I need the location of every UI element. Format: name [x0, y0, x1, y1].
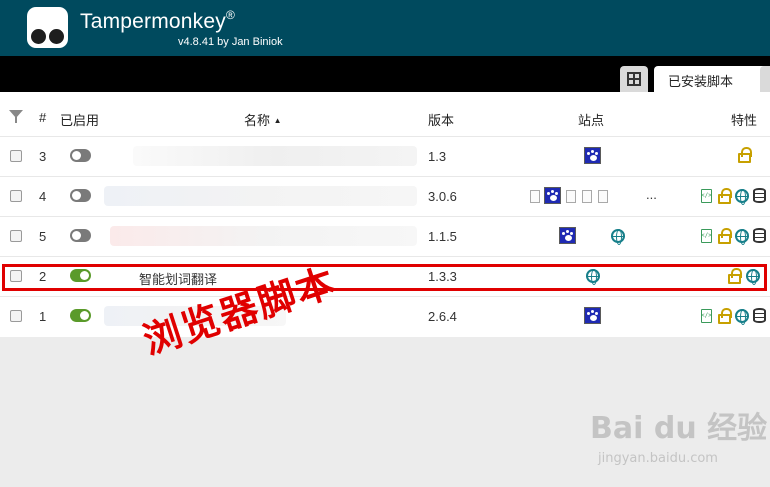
plus-box-icon	[627, 72, 641, 86]
scripts-table: # 已启用 名称 ▲ 版本 站点 特性 3 1.3 4 3.0.6 ... </…	[0, 92, 770, 337]
database-icon	[753, 308, 766, 323]
page-icon	[598, 190, 608, 203]
code-icon	[701, 309, 712, 323]
script-version: 3.0.6	[428, 189, 457, 204]
enable-toggle[interactable]	[70, 229, 91, 242]
script-name[interactable]	[133, 146, 417, 166]
enable-toggle[interactable]	[70, 149, 91, 162]
highlight-box	[2, 264, 767, 291]
column-name[interactable]: 名称 ▲	[244, 110, 282, 129]
baidu-watermark-url: jingyan.baidu.com	[598, 451, 718, 466]
app-header: Tampermonkey® v4.8.41 by Jan Biniok	[0, 0, 770, 56]
baidu-watermark: Bai du 经验	[590, 411, 768, 446]
table-row[interactable]: 1 2.6.4	[0, 296, 770, 336]
lock-icon	[738, 147, 752, 163]
script-version: 2.6.4	[428, 309, 457, 324]
baidu-paw-icon	[584, 147, 601, 164]
column-index: #	[39, 110, 47, 125]
tab-more[interactable]	[760, 66, 770, 92]
row-index: 1	[39, 309, 47, 324]
globe-icon	[611, 229, 625, 245]
lock-icon	[718, 228, 732, 244]
script-version: 1.3	[428, 149, 447, 164]
column-version[interactable]: 版本	[428, 110, 454, 129]
add-script-tab[interactable]	[620, 66, 648, 92]
app-version: v4.8.41 by Jan Biniok	[178, 36, 283, 48]
database-icon	[753, 188, 766, 203]
script-version: 1.1.5	[428, 229, 457, 244]
enable-toggle[interactable]	[70, 189, 91, 202]
column-sites: 站点	[578, 113, 605, 128]
globe-icon	[735, 229, 749, 245]
page-icon	[582, 190, 592, 203]
tampermonkey-logo-icon	[27, 7, 68, 48]
row-checkbox[interactable]	[10, 310, 22, 322]
baidu-paw-icon	[544, 187, 561, 204]
script-name[interactable]	[110, 226, 417, 246]
lock-icon	[718, 308, 732, 324]
column-features: 特性	[731, 113, 758, 128]
column-enabled[interactable]: 已启用	[60, 110, 99, 129]
code-icon	[701, 189, 712, 203]
row-checkbox[interactable]	[10, 190, 22, 202]
lock-icon	[718, 188, 732, 204]
row-checkbox[interactable]	[10, 230, 22, 242]
code-icon	[701, 229, 712, 243]
globe-icon	[735, 189, 749, 205]
row-index: 5	[39, 229, 47, 244]
row-index: 4	[39, 189, 47, 204]
row-checkbox[interactable]	[10, 150, 22, 162]
baidu-paw-icon	[584, 307, 601, 324]
database-icon	[753, 228, 766, 243]
page-icon	[566, 190, 576, 203]
baidu-paw-icon	[559, 227, 576, 244]
enable-toggle[interactable]	[70, 309, 91, 322]
tab-installed-scripts[interactable]: 已安装脚本	[654, 66, 770, 92]
sort-ascending-icon: ▲	[273, 116, 282, 125]
sites-more[interactable]: ...	[646, 187, 657, 202]
app-title: Tampermonkey®	[80, 8, 236, 33]
globe-icon	[735, 309, 749, 325]
page-icon	[530, 190, 540, 203]
table-row[interactable]: 5 1.1.5	[0, 216, 770, 256]
row-index: 3	[39, 149, 47, 164]
filter-icon[interactable]	[9, 110, 23, 123]
table-row[interactable]: 4 3.0.6 ...	[0, 176, 770, 216]
script-name[interactable]	[104, 186, 417, 206]
table-row[interactable]: 3 1.3	[0, 136, 770, 176]
